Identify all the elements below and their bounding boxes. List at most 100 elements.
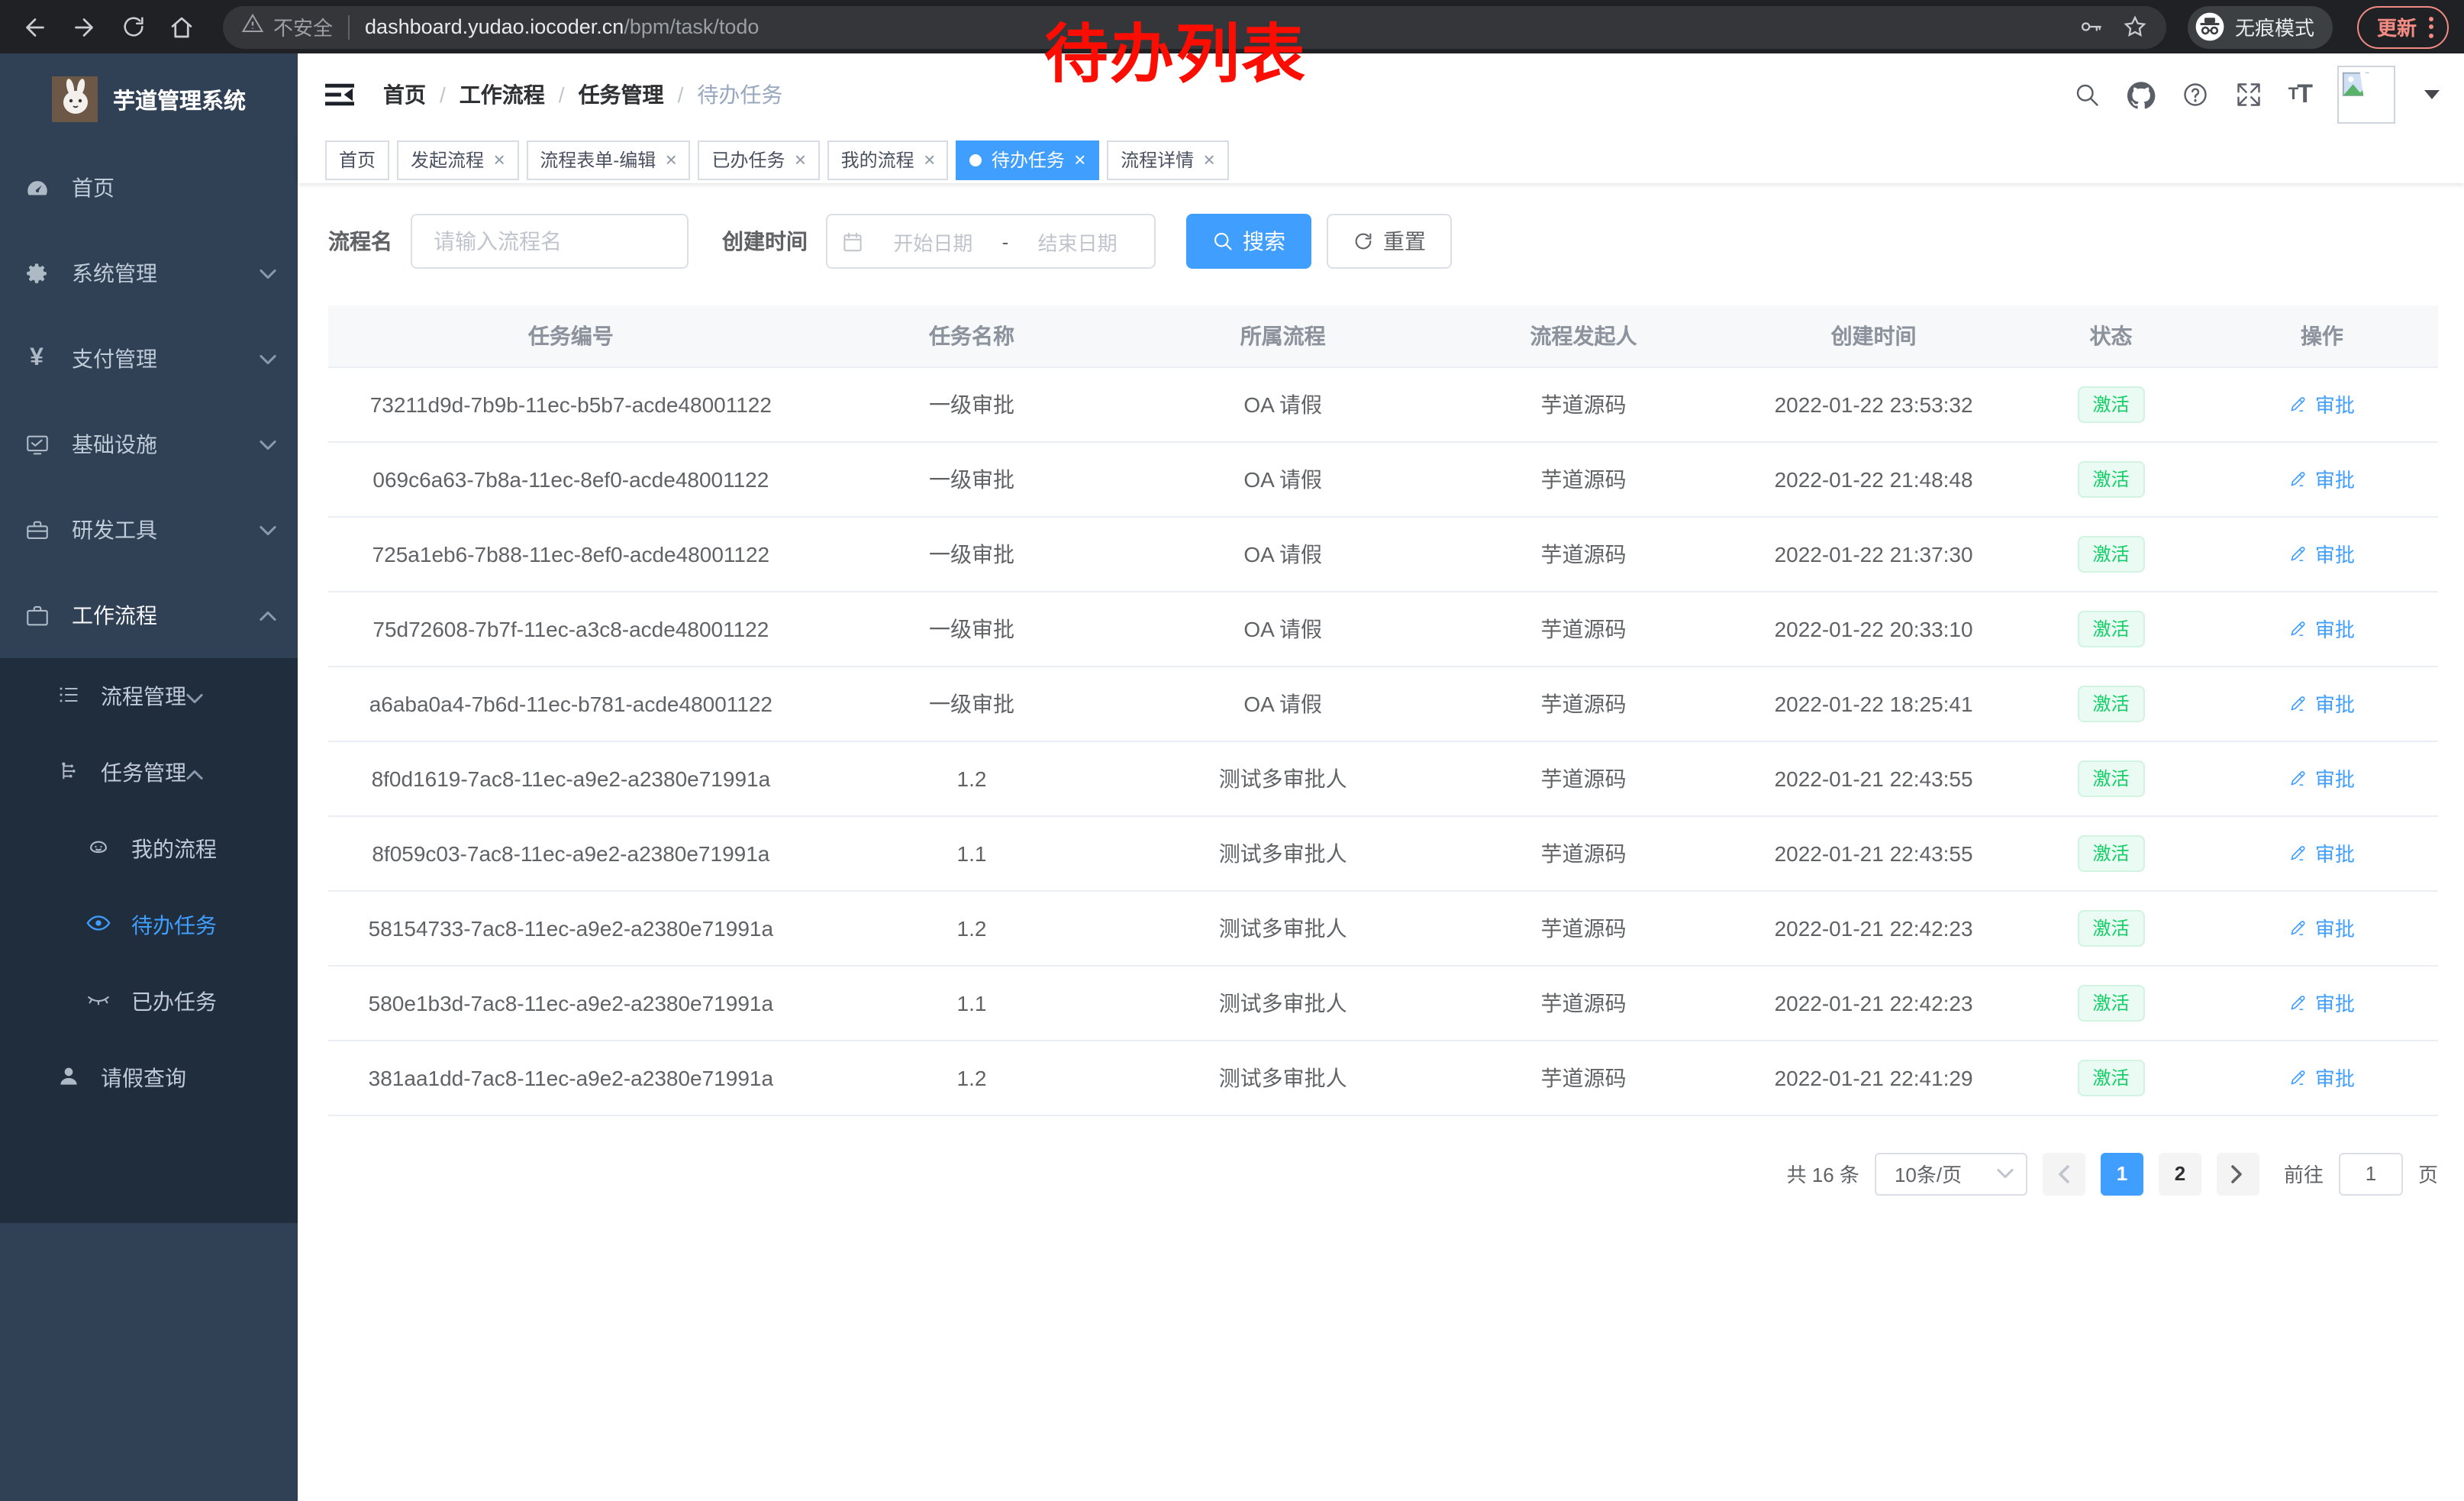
tab-close-icon[interactable]: × <box>1203 150 1214 169</box>
breadcrumb-item[interactable]: 工作流程 <box>460 79 545 110</box>
page-number-button[interactable]: 2 <box>2159 1152 2201 1195</box>
breadcrumb-item[interactable]: 首页 <box>383 79 426 110</box>
browser-home-button[interactable] <box>162 7 202 47</box>
app-logo[interactable]: 芋道管理系统 <box>0 53 298 145</box>
approve-link[interactable]: 审批 <box>2289 1063 2355 1092</box>
time-cell: 2022-01-21 22:42:23 <box>1731 890 2016 965</box>
approve-link[interactable]: 审批 <box>2289 689 2355 718</box>
status-badge: 激活 <box>2077 1059 2144 1096</box>
font-size-icon[interactable]: TT <box>2288 79 2311 110</box>
fullscreen-icon[interactable] <box>2235 81 2262 108</box>
task-id-cell: 75d72608-7b7f-11ec-a3c8-acde48001122 <box>328 591 814 666</box>
sidebar-item-system[interactable]: 系统管理 <box>0 231 298 316</box>
breadcrumb-item[interactable]: 任务管理 <box>579 79 664 110</box>
date-range-input[interactable]: 开始日期 - 结束日期 <box>826 214 1156 269</box>
process-name-input[interactable]: 请输入流程名 <box>411 214 689 269</box>
sidebar-toggle-button[interactable] <box>319 75 359 115</box>
process-cell: 测试多审批人 <box>1130 1040 1436 1115</box>
status-cell: 激活 <box>2016 1040 2206 1115</box>
tab[interactable]: 流程表单-编辑× <box>526 140 690 179</box>
start-date-placeholder[interactable]: 开始日期 <box>870 227 996 256</box>
browser-forward-button[interactable] <box>64 7 104 47</box>
approve-link[interactable]: 审批 <box>2289 614 2355 643</box>
breadcrumb-separator: / <box>678 82 684 107</box>
tab-label: 我的流程 <box>841 147 914 173</box>
page-size-select[interactable]: 10条/页 <box>1875 1152 2027 1195</box>
browser-reload-button[interactable] <box>113 7 153 47</box>
sidebar-item-my-process[interactable]: 我的流程 <box>0 811 298 887</box>
update-label: 更新 <box>2377 12 2417 41</box>
approve-link[interactable]: 审批 <box>2289 988 2355 1017</box>
tab-close-icon[interactable]: × <box>493 150 505 169</box>
approve-link[interactable]: 审批 <box>2289 464 2355 493</box>
action-cell: 审批 <box>2206 741 2438 815</box>
time-cell: 2022-01-21 22:42:23 <box>1731 965 2016 1040</box>
sidebar-item-done-task[interactable]: 已办任务 <box>0 964 298 1040</box>
tab[interactable]: 发起流程× <box>397 140 518 179</box>
org-tree-icon <box>56 758 81 787</box>
approve-link[interactable]: 审批 <box>2289 838 2355 867</box>
url-path: /bpm/task/todo <box>624 15 759 38</box>
task-name-cell: 一级审批 <box>814 666 1130 741</box>
browser-back-button[interactable] <box>15 7 55 47</box>
sidebar-item-infrastructure[interactable]: 基础设施 <box>0 402 298 487</box>
table-row: 725a1eb6-7b88-11ec-8ef0-acde48001122一级审批… <box>328 516 2438 591</box>
approve-link-label: 审批 <box>2315 1063 2355 1092</box>
approve-link[interactable]: 审批 <box>2289 389 2355 418</box>
action-cell: 审批 <box>2206 815 2438 890</box>
process-cell: OA 请假 <box>1130 441 1436 516</box>
prev-page-button[interactable] <box>2043 1152 2085 1195</box>
goto-page-input[interactable] <box>2339 1152 2403 1195</box>
tab-close-icon[interactable]: × <box>924 150 935 169</box>
tab-close-icon[interactable]: × <box>1074 150 1085 169</box>
sidebar-item-leave-query[interactable]: 请假查询 <box>0 1040 298 1116</box>
filter-form: 流程名 请输入流程名 创建时间 开始日期 - 结束日期 搜索 <box>328 214 2438 269</box>
table-row: a6aba0a4-7b6d-11ec-b781-acde48001122一级审批… <box>328 666 2438 741</box>
sidebar-item-devtools[interactable]: 研发工具 <box>0 487 298 573</box>
security-label[interactable]: 不安全 <box>273 12 333 41</box>
sidebar-item-todo-task[interactable]: 待办任务 <box>0 887 298 964</box>
avatar-dropdown-caret[interactable] <box>2424 90 2440 99</box>
sidebar-item-home[interactable]: 首页 <box>0 145 298 231</box>
page-number-button[interactable]: 1 <box>2101 1152 2143 1195</box>
password-key-icon[interactable] <box>2078 14 2104 40</box>
browser-menu-icon[interactable] <box>2429 16 2433 37</box>
table-body: 73211d9d-7b9b-11ec-b5b7-acde48001122一级审批… <box>328 366 2438 1115</box>
bookmark-star-icon[interactable] <box>2122 14 2148 40</box>
time-cell: 2022-01-22 21:48:48 <box>1731 441 2016 516</box>
avatar[interactable] <box>2337 66 2395 124</box>
tab-close-icon[interactable]: × <box>665 150 676 169</box>
github-icon[interactable] <box>2127 80 2156 109</box>
sidebar-item-label: 流程管理 <box>101 681 186 712</box>
approve-link[interactable]: 审批 <box>2289 763 2355 792</box>
sidebar-item-label: 已办任务 <box>131 986 217 1017</box>
approve-link[interactable]: 审批 <box>2289 913 2355 942</box>
time-cell: 2022-01-21 22:43:55 <box>1731 815 2016 890</box>
sidebar-item-workflow[interactable]: 工作流程 <box>0 573 298 658</box>
tab-close-icon[interactable]: × <box>794 150 805 169</box>
sidebar-item-process-management[interactable]: 流程管理 <box>0 658 298 734</box>
table-row: 8f059c03-7ac8-11ec-a9e2-a2380e71991a1.1测… <box>328 815 2438 890</box>
action-cell: 审批 <box>2206 516 2438 591</box>
not-secure-warning-icon[interactable] <box>241 11 264 42</box>
task-name-cell: 1.2 <box>814 741 1130 815</box>
search-button[interactable]: 搜索 <box>1186 214 1311 269</box>
sidebar-item-label: 系统管理 <box>72 258 260 289</box>
sidebar-item-payment[interactable]: ¥ 支付管理 <box>0 316 298 402</box>
tab[interactable]: 我的流程 × <box>827 140 949 179</box>
status-badge: 激活 <box>2077 460 2144 497</box>
search-icon[interactable] <box>2073 81 2101 108</box>
help-icon[interactable] <box>2182 81 2209 108</box>
tab[interactable]: 已办任务× <box>698 140 819 179</box>
reset-button[interactable]: 重置 <box>1327 214 1452 269</box>
sidebar-item-task-management[interactable]: 任务管理 <box>0 734 298 811</box>
sidebar-item-label: 任务管理 <box>101 757 186 788</box>
next-page-button[interactable] <box>2217 1152 2259 1195</box>
browser-update-button[interactable]: 更新 <box>2357 5 2449 48</box>
tab[interactable]: 首页 <box>325 140 389 179</box>
tab[interactable]: 流程详情× <box>1107 140 1228 179</box>
end-date-placeholder[interactable]: 结束日期 <box>1014 227 1140 256</box>
tab[interactable]: 待办任务× <box>956 140 1099 179</box>
approve-link[interactable]: 审批 <box>2289 539 2355 568</box>
create-time-label: 创建时间 <box>722 226 808 257</box>
